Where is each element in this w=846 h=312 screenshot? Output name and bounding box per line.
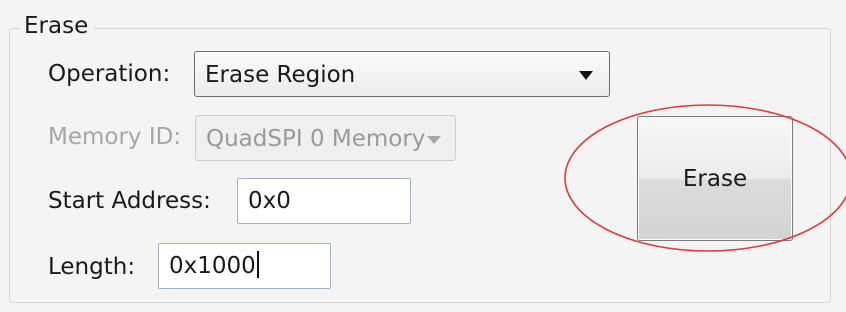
- erase-group-title: Erase: [20, 12, 95, 40]
- memory-id-label: Memory ID:: [48, 124, 182, 150]
- start-address-value: 0x0: [248, 188, 291, 214]
- erase-button[interactable]: Erase: [637, 116, 793, 241]
- start-address-label: Start Address:: [48, 188, 211, 214]
- start-address-input[interactable]: 0x0: [237, 178, 411, 224]
- chevron-down-icon: [427, 136, 441, 144]
- operation-label: Operation:: [48, 61, 171, 87]
- length-label: Length:: [48, 254, 136, 280]
- operation-selected-value: Erase Region: [205, 62, 356, 88]
- operation-select[interactable]: Erase Region: [194, 51, 610, 97]
- text-caret: [256, 251, 259, 278]
- memory-id-select[interactable]: QuadSPI 0 Memory: [195, 115, 456, 161]
- length-value: 0x1000: [169, 253, 256, 279]
- memory-id-selected-value: QuadSPI 0 Memory: [206, 126, 426, 152]
- length-input[interactable]: 0x1000: [158, 243, 331, 289]
- chevron-down-icon: [579, 71, 593, 80]
